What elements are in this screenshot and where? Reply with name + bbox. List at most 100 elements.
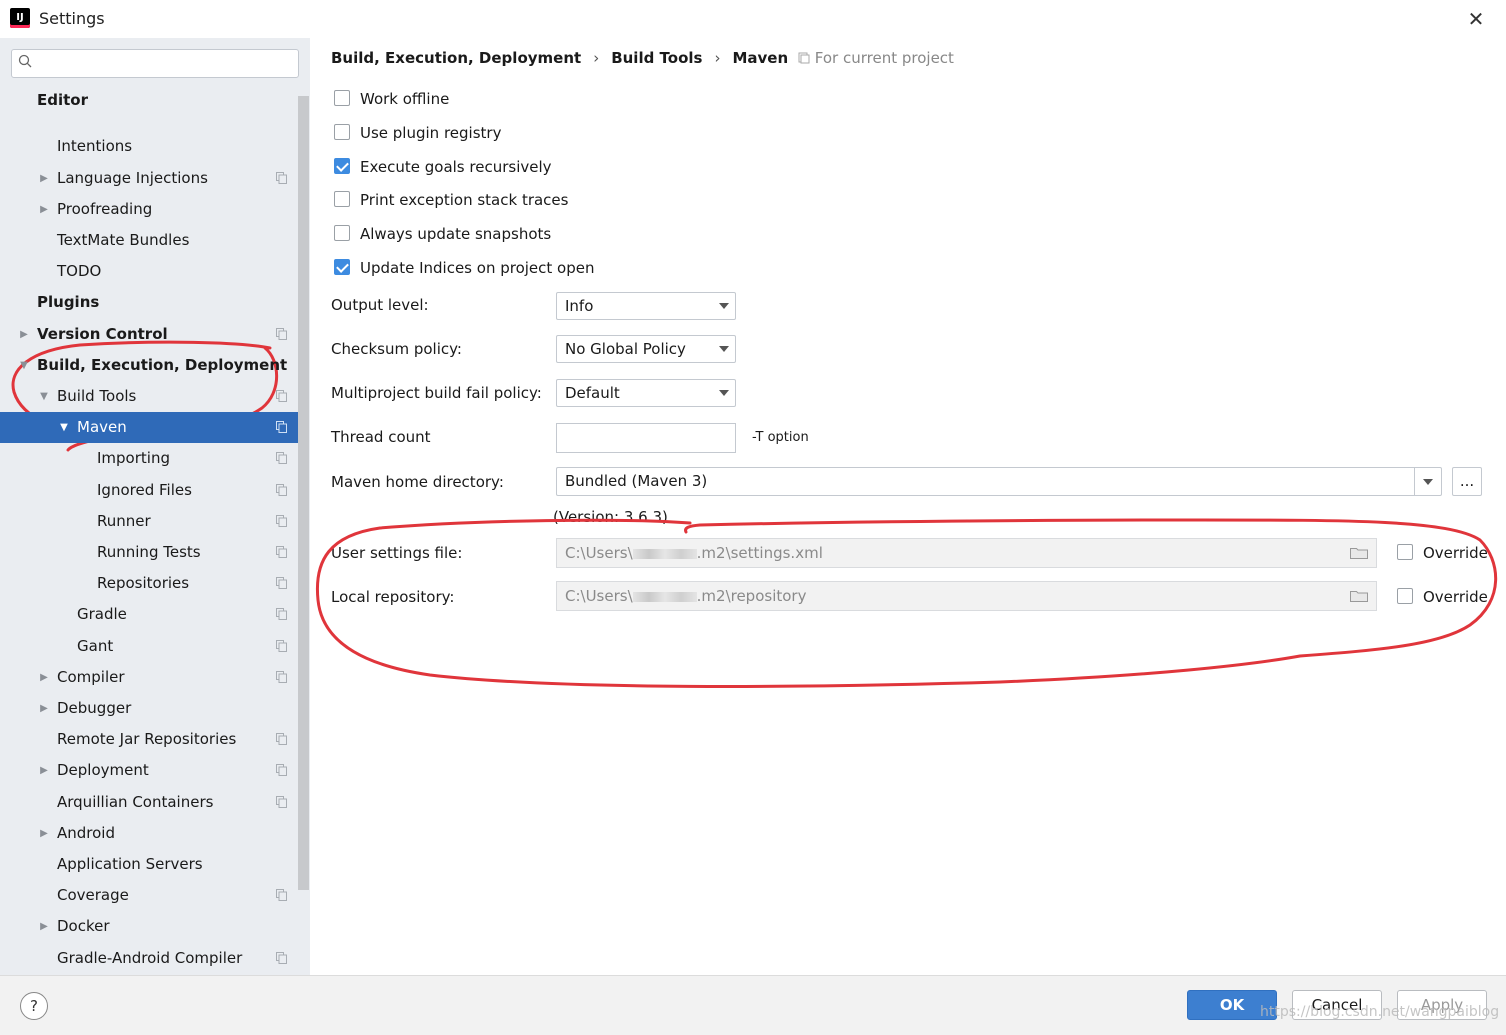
sidebar-item-importing[interactable]: Importing bbox=[0, 443, 298, 474]
expand-right-icon[interactable]: ▶ bbox=[37, 755, 51, 786]
search-field[interactable] bbox=[38, 52, 292, 75]
sidebar-item-label: Deployment bbox=[57, 761, 149, 780]
maven-home-dropdown[interactable]: Bundled (Maven 3) bbox=[556, 467, 1442, 496]
local-repository-input[interactable]: C:\Users\ .m2\repository bbox=[556, 581, 1377, 611]
sidebar-item-repositories[interactable]: Repositories bbox=[0, 568, 298, 599]
checkbox-box[interactable] bbox=[334, 124, 350, 140]
redacted-username bbox=[632, 591, 697, 602]
sidebar-item-docker[interactable]: ▶ Docker bbox=[0, 911, 298, 942]
sidebar-item-gant[interactable]: Gant bbox=[0, 631, 298, 662]
project-scope-text: For current project bbox=[814, 49, 954, 67]
expand-down-icon[interactable]: ▼ bbox=[57, 412, 71, 443]
checkbox-label: Execute goals recursively bbox=[360, 158, 552, 176]
sidebar-item-textmate-bundles[interactable]: TextMate Bundles bbox=[0, 225, 298, 256]
sidebar-item-maven[interactable]: ▼ Maven bbox=[0, 412, 298, 444]
browse-button[interactable]: ... bbox=[1452, 467, 1482, 496]
help-button[interactable]: ? bbox=[20, 992, 48, 1020]
breadcrumb-item: Maven bbox=[732, 49, 789, 67]
expand-right-icon[interactable]: ▶ bbox=[37, 693, 51, 724]
output-level-dropdown[interactable]: Info bbox=[556, 292, 736, 320]
project-level-icon bbox=[276, 546, 287, 558]
path-prefix: C:\Users\ bbox=[565, 587, 633, 605]
sidebar-item-compiler[interactable]: ▶ Compiler bbox=[0, 662, 298, 693]
sidebar-item-version-control[interactable]: ▶ Version Control bbox=[0, 319, 298, 350]
checkbox-box[interactable] bbox=[1397, 588, 1413, 604]
maven-home-label: Maven home directory: bbox=[331, 473, 504, 491]
project-level-icon bbox=[276, 764, 287, 777]
checkbox-label: Work offline bbox=[360, 90, 450, 108]
expand-right-icon[interactable]: ▶ bbox=[37, 911, 51, 942]
sidebar-item-remote-jar-repositories[interactable]: Remote Jar Repositories bbox=[0, 724, 298, 755]
project-scope-icon bbox=[798, 52, 810, 64]
sidebar-item-proofreading[interactable]: ▶ Proofreading bbox=[0, 194, 298, 225]
fail-policy-dropdown[interactable]: Default bbox=[556, 379, 736, 407]
checkbox-box[interactable] bbox=[1397, 544, 1413, 560]
user-settings-input[interactable]: C:\Users\ .m2\settings.xml bbox=[556, 538, 1377, 568]
sidebar-item-application-servers[interactable]: Application Servers bbox=[0, 849, 298, 880]
sidebar-item-arquillian-containers[interactable]: Arquillian Containers bbox=[0, 787, 298, 818]
chevron-down-icon bbox=[719, 303, 729, 309]
sidebar-item-plugins[interactable]: Plugins bbox=[0, 287, 298, 318]
chevron-down-icon bbox=[719, 390, 729, 396]
sidebar-item-label: Running Tests bbox=[97, 543, 201, 561]
checkbox-label: Always update snapshots bbox=[360, 225, 552, 243]
folder-icon[interactable] bbox=[1350, 547, 1368, 559]
sidebar-item-label: TextMate Bundles bbox=[57, 231, 190, 249]
sidebar-scrollbar[interactable] bbox=[298, 96, 309, 890]
expand-right-icon[interactable]: ▶ bbox=[37, 818, 51, 849]
expand-down-icon[interactable]: ▼ bbox=[17, 350, 31, 381]
sidebar-item-gradle[interactable]: Gradle bbox=[0, 599, 298, 630]
sidebar-item-label: Version Control bbox=[37, 324, 168, 343]
checksum-policy-dropdown[interactable]: No Global Policy bbox=[556, 335, 736, 363]
sidebar-item-label: Application Servers bbox=[57, 855, 203, 873]
sidebar-item-running-tests[interactable]: Running Tests bbox=[0, 537, 298, 568]
project-level-icon bbox=[276, 639, 287, 652]
close-icon[interactable]: ✕ bbox=[1462, 6, 1490, 32]
local-repository-label: Local repository: bbox=[331, 588, 455, 606]
sidebar-item-label: Remote Jar Repositories bbox=[57, 730, 237, 749]
expand-down-icon[interactable]: ▼ bbox=[37, 381, 51, 412]
checkbox-box[interactable] bbox=[334, 191, 350, 207]
expand-right-icon[interactable]: ▶ bbox=[17, 319, 31, 350]
project-level-icon bbox=[276, 514, 287, 527]
sidebar-item-label: Plugins bbox=[37, 293, 100, 312]
sidebar-item-label: Ignored Files bbox=[97, 480, 192, 499]
checkbox-box[interactable] bbox=[334, 158, 350, 174]
sidebar-item-editor[interactable]: Editor bbox=[0, 88, 298, 112]
sidebar-item-android[interactable]: ▶ Android bbox=[0, 818, 298, 849]
sidebar-item-label: Gant bbox=[77, 636, 114, 655]
sidebar-item-label: Runner bbox=[97, 511, 151, 530]
sidebar-item-runner[interactable]: Runner bbox=[0, 506, 298, 537]
sidebar-item-language-injections[interactable]: ▶ Language Injections bbox=[0, 163, 298, 194]
sidebar-item-label: Coverage bbox=[57, 886, 129, 905]
checkbox-box[interactable] bbox=[334, 225, 350, 241]
sidebar-item-coverage[interactable]: Coverage bbox=[0, 880, 298, 911]
sidebar-item-gradle-android-compiler[interactable]: Gradle-Android Compiler bbox=[0, 943, 298, 974]
checkbox-label: Override bbox=[1423, 544, 1488, 562]
sidebar-item-deployment[interactable]: ▶ Deployment bbox=[0, 755, 298, 786]
sidebar-item-build-execution-deployment[interactable]: ▼ Build, Execution, Deployment bbox=[0, 350, 298, 381]
search-input[interactable] bbox=[11, 49, 299, 78]
sidebar-item-debugger[interactable]: ▶ Debugger bbox=[0, 693, 298, 724]
project-scope-label: For current project bbox=[798, 46, 954, 70]
thread-count-input[interactable] bbox=[556, 423, 736, 453]
sidebar-item-build-tools[interactable]: ▼ Build Tools bbox=[0, 381, 298, 412]
expand-right-icon[interactable]: ▶ bbox=[37, 163, 51, 194]
expand-right-icon[interactable]: ▶ bbox=[37, 662, 51, 693]
sidebar-item-label: Arquillian Containers bbox=[57, 792, 214, 811]
sidebar-item-ignored-files[interactable]: Ignored Files bbox=[0, 475, 298, 506]
sidebar-item-label: Android bbox=[57, 823, 115, 842]
sidebar-item-todo[interactable]: TODO bbox=[0, 256, 298, 287]
sidebar-item-intentions[interactable]: Intentions bbox=[0, 131, 298, 162]
breadcrumb: Build, Execution, Deployment › Build Tools… bbox=[331, 46, 788, 70]
chevron-down-icon bbox=[1423, 479, 1433, 485]
project-level-icon bbox=[276, 795, 287, 808]
checkbox-box[interactable] bbox=[334, 259, 350, 275]
watermark: https://blog.csdn.net/wangpaiblog bbox=[1260, 1004, 1500, 1020]
expand-right-icon[interactable]: ▶ bbox=[37, 194, 51, 225]
checkbox-box[interactable] bbox=[334, 90, 350, 106]
path-prefix: C:\Users\ bbox=[565, 544, 633, 562]
folder-icon[interactable] bbox=[1350, 590, 1368, 602]
project-level-icon bbox=[276, 577, 287, 590]
sidebar-item-label: Importing bbox=[97, 449, 170, 468]
